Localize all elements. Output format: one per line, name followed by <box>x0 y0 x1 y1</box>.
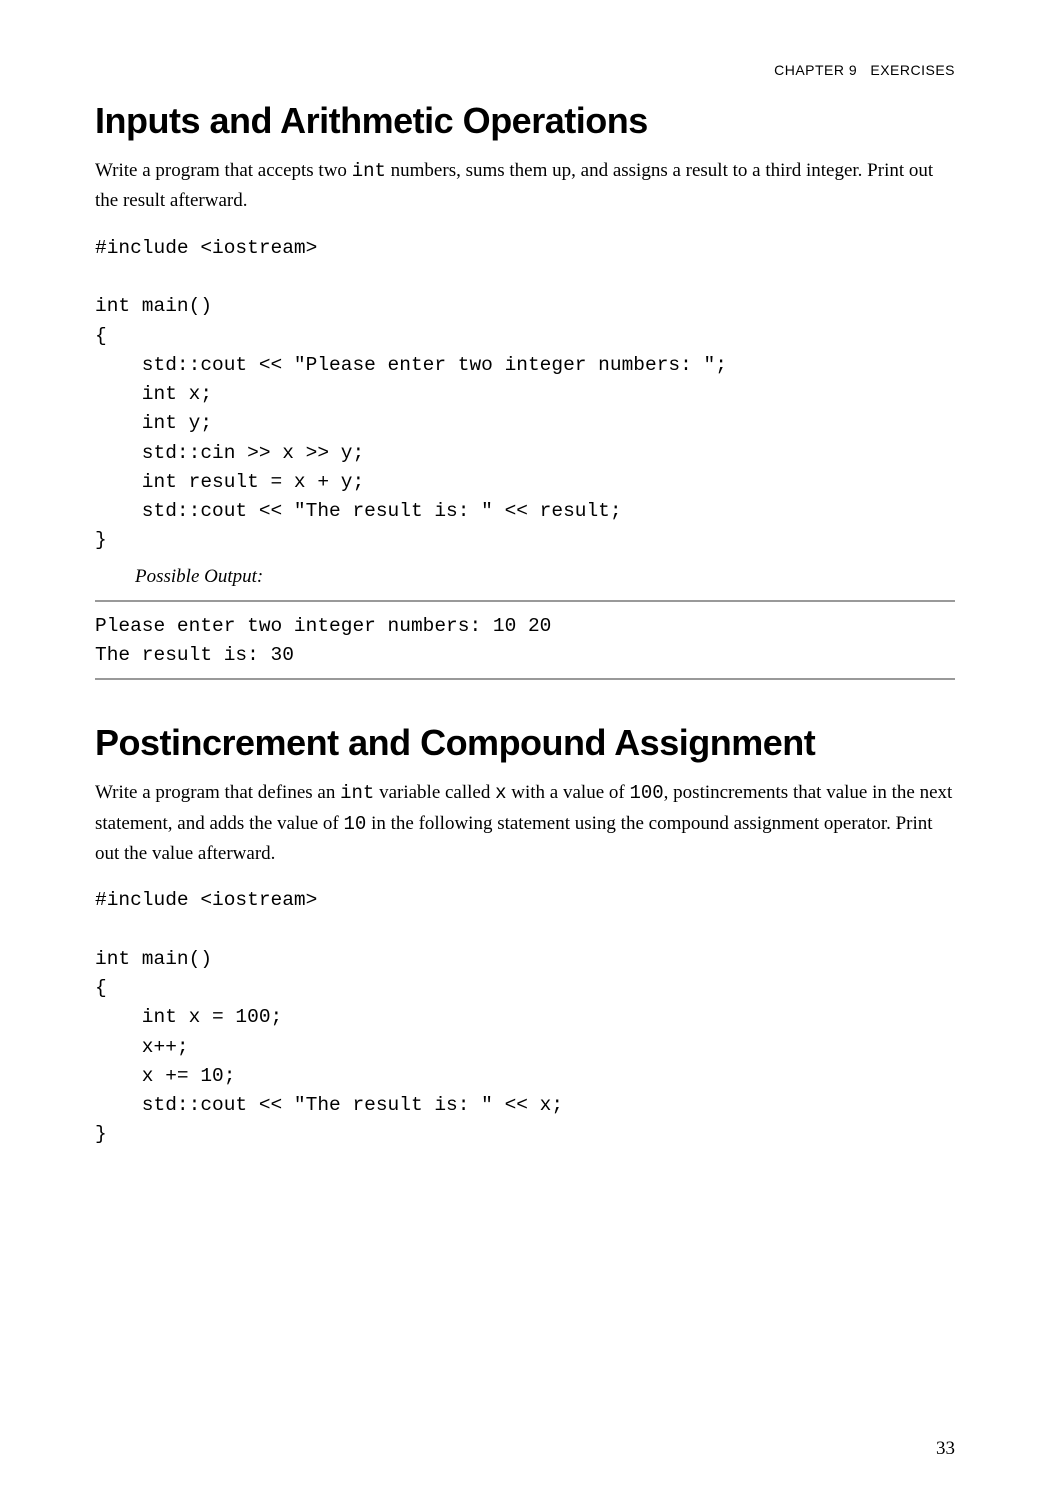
code-block-1: #include <iostream> int main() { std::co… <box>95 234 955 556</box>
inline-code: int <box>352 160 386 182</box>
page-number: 33 <box>936 1438 955 1460</box>
chapter-label: CHAPTER 9 <box>774 62 857 78</box>
inline-code: x <box>495 782 506 804</box>
code-block-2: #include <iostream> int main() { int x =… <box>95 886 955 1149</box>
running-header: CHAPTER 9 EXERCISES <box>95 62 955 78</box>
output-label-1: Possible Output: <box>135 566 955 588</box>
inline-code: 10 <box>344 813 367 835</box>
inline-code: 100 <box>629 782 663 804</box>
section-heading-1: Inputs and Arithmetic Operations <box>95 100 955 142</box>
section-body-1: Write a program that accepts two int num… <box>95 156 955 216</box>
output-block-1: Please enter two integer numbers: 10 20 … <box>95 600 955 681</box>
inline-code: int <box>340 782 374 804</box>
chapter-title: EXERCISES <box>870 62 955 78</box>
section-heading-2: Postincrement and Compound Assignment <box>95 722 955 764</box>
section-body-2: Write a program that defines an int vari… <box>95 778 955 868</box>
